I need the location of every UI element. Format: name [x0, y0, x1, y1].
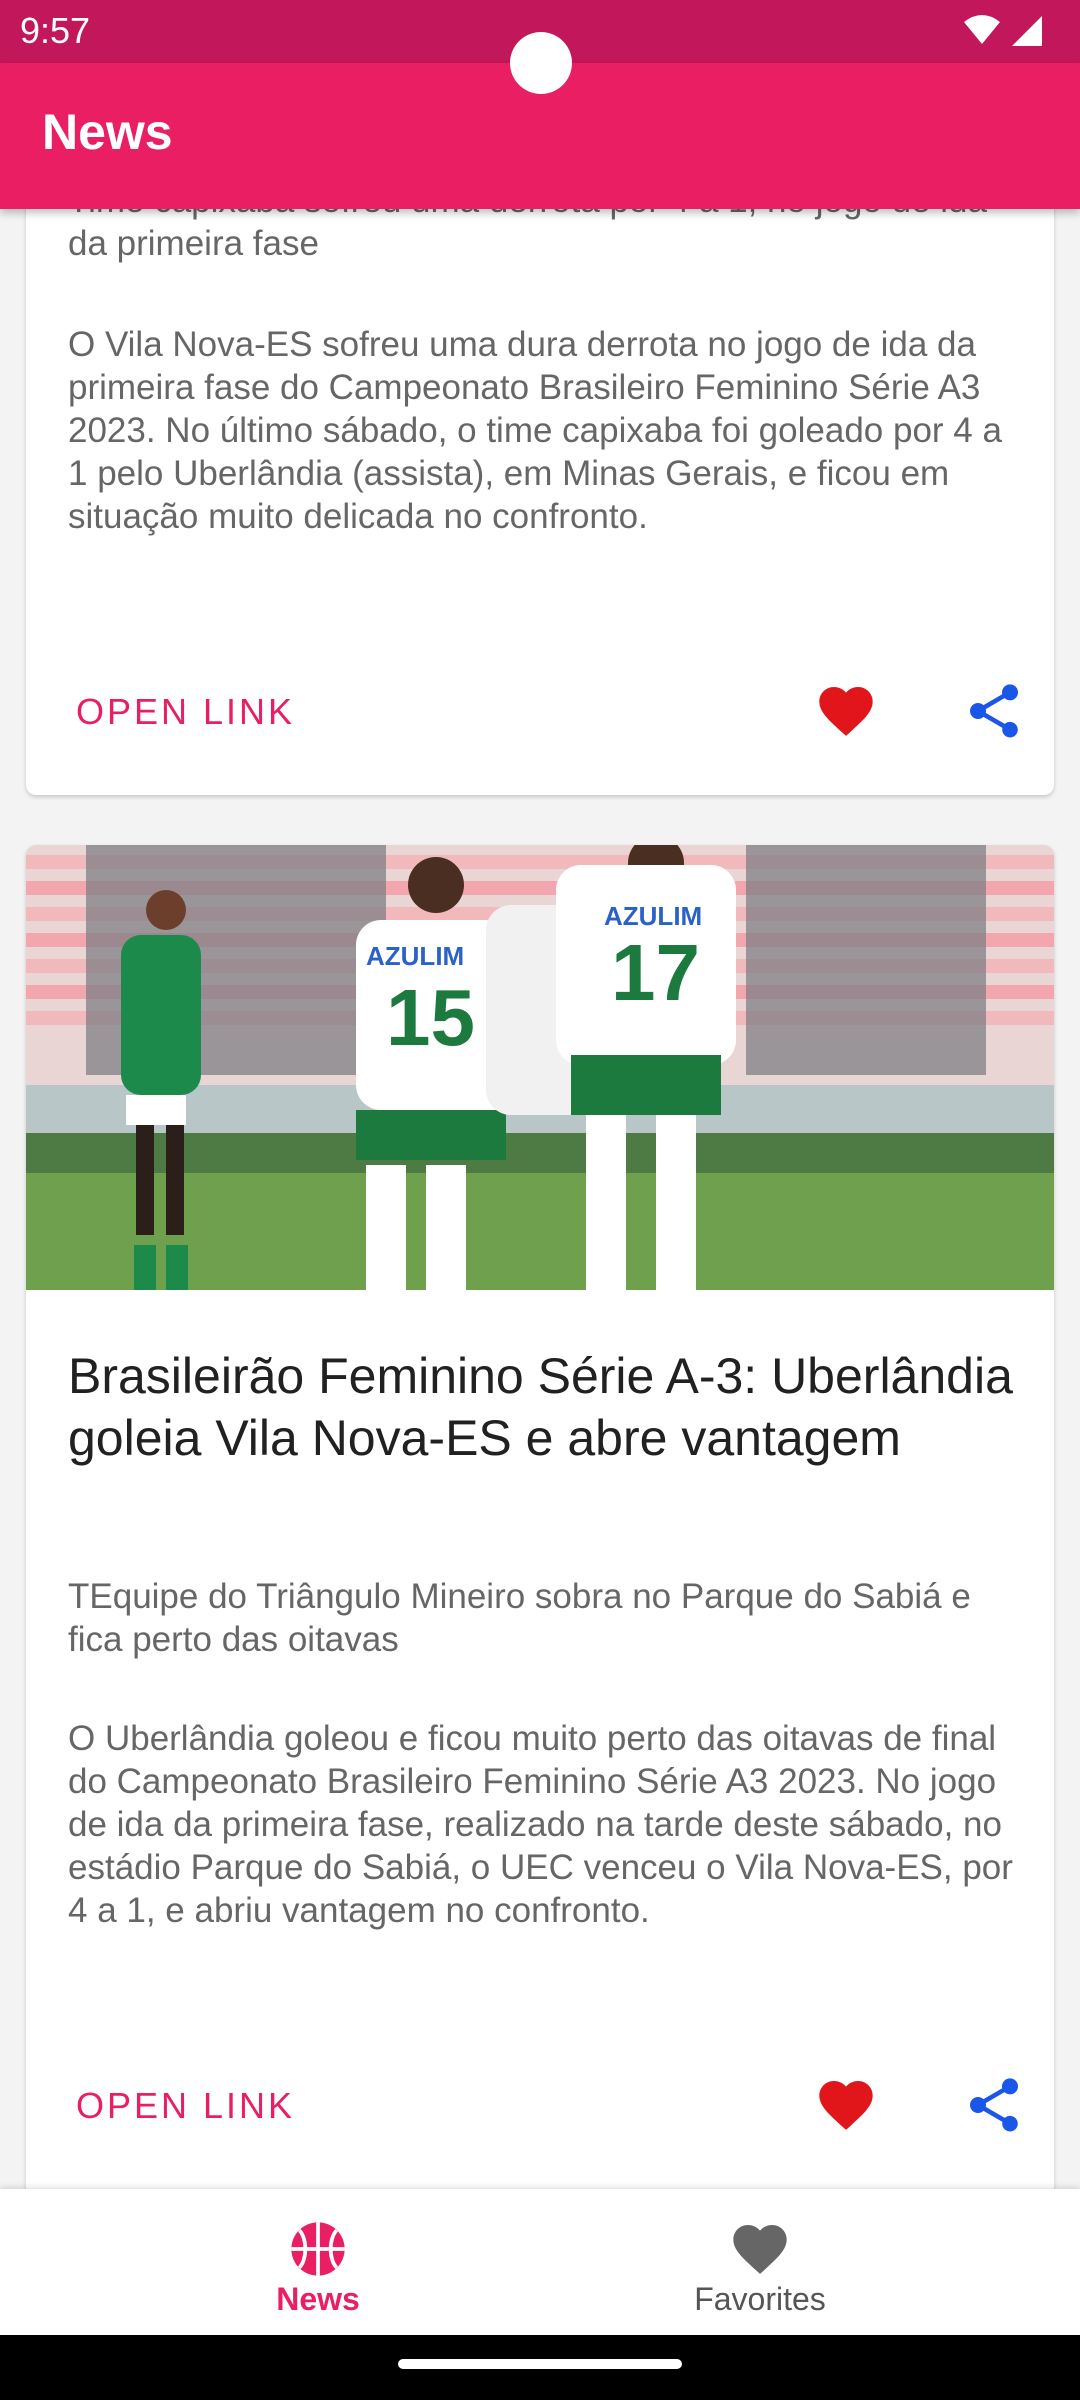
jersey-number-text: 15 [386, 973, 475, 1062]
gesture-navigation-bar [0, 2335, 1080, 2400]
heart-icon [819, 687, 873, 736]
heart-icon [819, 2081, 873, 2130]
basketball-icon [291, 2222, 345, 2276]
status-icons [960, 12, 1050, 57]
article-title: Brasileirão Feminino Série A-3: Uberlând… [68, 1348, 1013, 1466]
home-handle[interactable] [398, 2359, 682, 2369]
sponsor-text: AZULIM [604, 901, 702, 931]
open-link-button[interactable]: OPEN LINK [76, 691, 295, 733]
nav-item-favorites[interactable]: Favorites [490, 2189, 1030, 2335]
nav-label-favorites: Favorites [694, 2281, 826, 2317]
jersey-number-text: 17 [611, 928, 700, 1017]
wifi-icon [964, 15, 1000, 44]
favorite-button[interactable] [814, 2073, 878, 2137]
heart-icon [733, 2225, 787, 2274]
article-body: O Vila Nova-ES sofreu uma dura derrota n… [68, 325, 1002, 536]
signal-icon [1012, 16, 1042, 46]
app-title: News [42, 104, 173, 160]
sponsor-text: AZULIM [366, 941, 464, 971]
share-button[interactable] [962, 2073, 1026, 2137]
share-button[interactable] [962, 679, 1026, 743]
bottom-navigation: News Favorites [0, 2189, 1080, 2335]
article-summary: TEquipe do Triângulo Mineiro sobra no Pa… [68, 1577, 971, 1659]
open-link-button[interactable]: OPEN LINK [76, 2085, 295, 2127]
article-summary: Time capixaba sofreu uma derrota por 4 a… [68, 209, 987, 263]
news-card: Time capixaba sofreu uma derrota por 4 a… [26, 209, 1054, 795]
article-body: O Uberlândia goleou e ficou muito perto … [68, 1719, 1013, 1930]
camera-cutout [510, 32, 572, 94]
news-list[interactable]: Time capixaba sofreu uma derrota por 4 a… [0, 209, 1080, 2189]
share-icon [970, 2078, 1018, 2132]
favorite-button[interactable] [814, 679, 878, 743]
article-image: AZULIM 15 AZULIM 17 [26, 845, 1054, 1290]
news-card: AZULIM 15 AZULIM 17 Brasileirão Feminino… [26, 845, 1054, 2189]
share-icon [970, 684, 1018, 738]
status-time: 9:57 [20, 10, 91, 51]
